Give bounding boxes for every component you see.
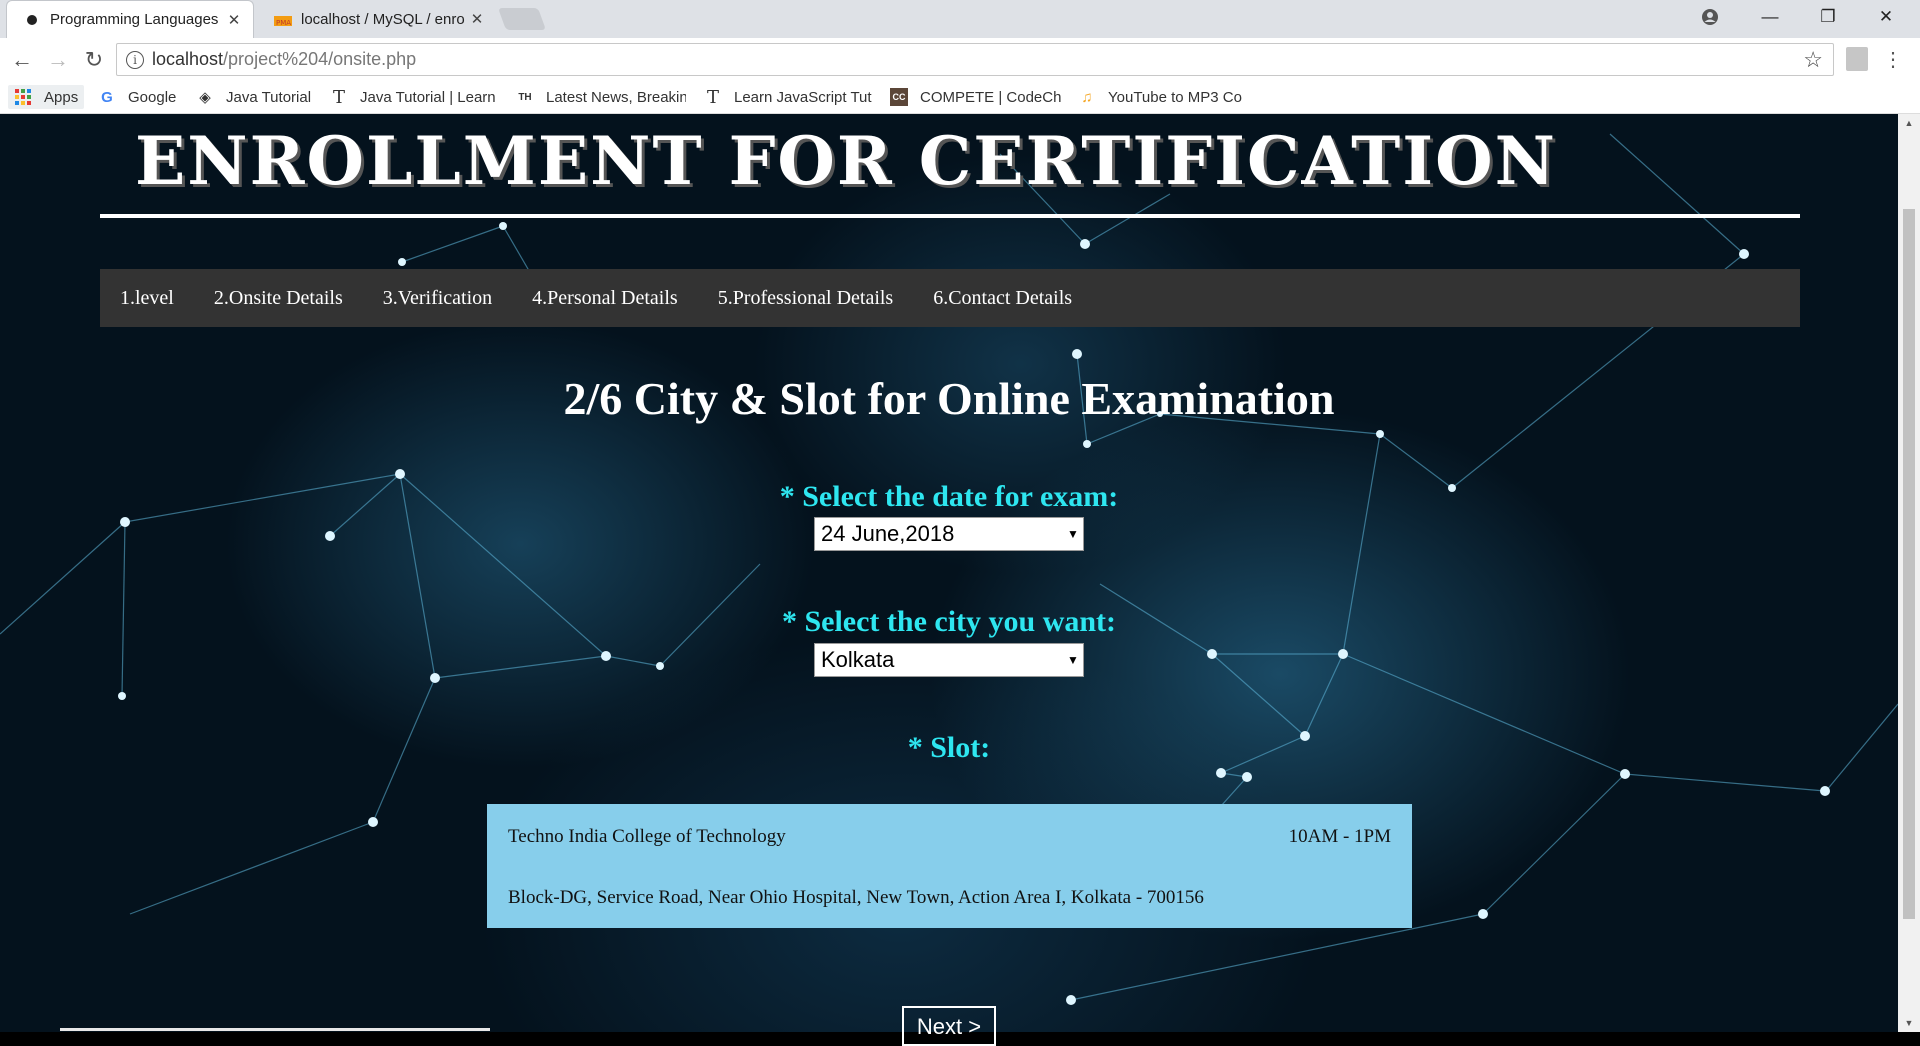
steps-nav: 1.level 2.Onsite Details 3.Verification … (100, 269, 1800, 327)
close-window-icon[interactable]: ✕ (1858, 0, 1914, 34)
date-select[interactable]: 24 June,2018 ▼ (814, 517, 1084, 551)
tab-title: Programming Languages (50, 11, 219, 28)
apps-grid-icon (14, 88, 32, 106)
google-icon: G (101, 88, 113, 106)
tab-programming-languages[interactable]: Programming Languages ✕ (6, 0, 254, 38)
java-tutorial-icon: ◈ (199, 89, 211, 106)
forward-icon[interactable]: → (42, 44, 74, 76)
t-icon: T (332, 86, 345, 108)
slot-option[interactable]: Techno India College of Technology 10AM … (487, 804, 1412, 928)
reload-icon[interactable]: ↻ (78, 44, 110, 76)
th-icon: TH (518, 91, 532, 103)
extension-icon[interactable] (1846, 47, 1868, 71)
mp3-icon: ♫ (1081, 88, 1093, 106)
bookmark-java-tutorial[interactable]: ◈ Java Tutorial (196, 85, 311, 109)
city-select-value: Kolkata (821, 647, 895, 672)
bookmark-label: Learn JavaScript Tut (734, 88, 872, 106)
back-icon[interactable]: ← (6, 44, 38, 76)
phpmyadmin-icon: PMA (274, 10, 292, 28)
next-button[interactable]: Next > (902, 1006, 996, 1046)
header-divider (100, 214, 1800, 218)
t-icon: T (706, 86, 719, 108)
svg-text:PMA: PMA (276, 19, 291, 26)
bookmark-codechef[interactable]: CC COMPETE | CodeChe (890, 85, 1062, 109)
bookmark-label: Java Tutorial (226, 88, 312, 106)
step-personal-details[interactable]: 4.Personal Details (512, 287, 698, 310)
close-tab-icon[interactable]: ✕ (466, 10, 488, 28)
dropdown-arrow-icon: ▼ (1067, 527, 1079, 541)
menu-icon[interactable]: ⋮ (1883, 46, 1903, 72)
bookmark-java-tutorial-learn[interactable]: T Java Tutorial | Learn (330, 85, 498, 109)
bookmark-label: Java Tutorial | Learn (360, 88, 496, 106)
address-bar[interactable]: i localhost/project%204/onsite.php ☆ (116, 43, 1834, 76)
bookmark-apps[interactable]: Apps (8, 85, 85, 109)
page-header-title: ENROLLMENT FOR CERTIFICATION (135, 122, 1557, 200)
slot-address: Block-DG, Service Road, Near Ohio Hospit… (508, 887, 1204, 908)
section-title: 2/6 City & Slot for Online Examination (563, 373, 1335, 424)
slot-time: 10AM - 1PM (1288, 826, 1391, 847)
slot-label: * Slot: (907, 731, 991, 764)
scroll-up-icon[interactable]: ▲ (1898, 114, 1920, 132)
scroll-down-icon[interactable]: ▼ (1898, 1014, 1920, 1032)
browser-toolbar: ← → ↻ i localhost/project%204/onsite.php… (0, 38, 1920, 81)
bookmark-label: Google (128, 88, 177, 106)
profile-icon[interactable] (1682, 0, 1738, 34)
bookmark-youtube-mp3[interactable]: ♫ YouTube to MP3 Co (1078, 85, 1248, 109)
step-verification[interactable]: 3.Verification (363, 287, 512, 310)
codechef-icon: CC (890, 88, 908, 106)
tab-phpmyadmin[interactable]: PMA localhost / MySQL / enro ✕ (258, 0, 496, 38)
tab-bar: Programming Languages ✕ PMA localhost / … (0, 0, 1920, 38)
close-tab-icon[interactable]: ✕ (223, 11, 245, 29)
page-bottom-edge (60, 1028, 490, 1031)
restore-icon[interactable]: ❐ (1800, 0, 1856, 34)
slot-venue: Techno India College of Technology (508, 826, 786, 847)
date-label: * Select the date for exam: (779, 480, 1119, 513)
step-onsite-details[interactable]: 2.Onsite Details (194, 287, 363, 310)
tab-title: localhost / MySQL / enro (301, 10, 465, 28)
bookmark-learn-javascript[interactable]: T Learn JavaScript Tut (704, 85, 874, 109)
url-host: localhost (152, 49, 224, 69)
bookmark-label: COMPETE | CodeChe (920, 88, 1062, 106)
new-tab-button[interactable] (497, 8, 547, 30)
bookmark-latest-news[interactable]: TH Latest News, Breakin (516, 85, 686, 109)
bookmark-google[interactable]: G Google (98, 85, 176, 109)
date-select-value: 24 June,2018 (821, 521, 955, 546)
city-select[interactable]: Kolkata ▼ (814, 643, 1084, 677)
step-professional-details[interactable]: 5.Professional Details (698, 287, 914, 310)
city-label: * Select the city you want: (781, 605, 1117, 638)
step-level[interactable]: 1.level (100, 287, 194, 310)
scrollbar-thumb[interactable] (1903, 209, 1915, 919)
bookmark-label: Apps (44, 88, 79, 106)
step-contact-details[interactable]: 6.Contact Details (913, 287, 1092, 310)
dropdown-arrow-icon: ▼ (1067, 653, 1079, 667)
bookmark-label: Latest News, Breakin (546, 88, 686, 106)
url-path: /project%204/onsite.php (223, 49, 417, 69)
globe-icon (23, 11, 41, 29)
page-scrollbar[interactable]: ▲ ▼ (1898, 114, 1920, 1032)
bookmark-star-icon[interactable]: ☆ (1803, 47, 1823, 73)
minimize-icon[interactable]: — (1742, 0, 1798, 34)
bookmark-label: YouTube to MP3 Co (1108, 88, 1242, 106)
bookmarks-bar: Apps G Google ◈ Java Tutorial T Java Tut… (0, 81, 1920, 114)
info-icon[interactable]: i (126, 50, 144, 69)
